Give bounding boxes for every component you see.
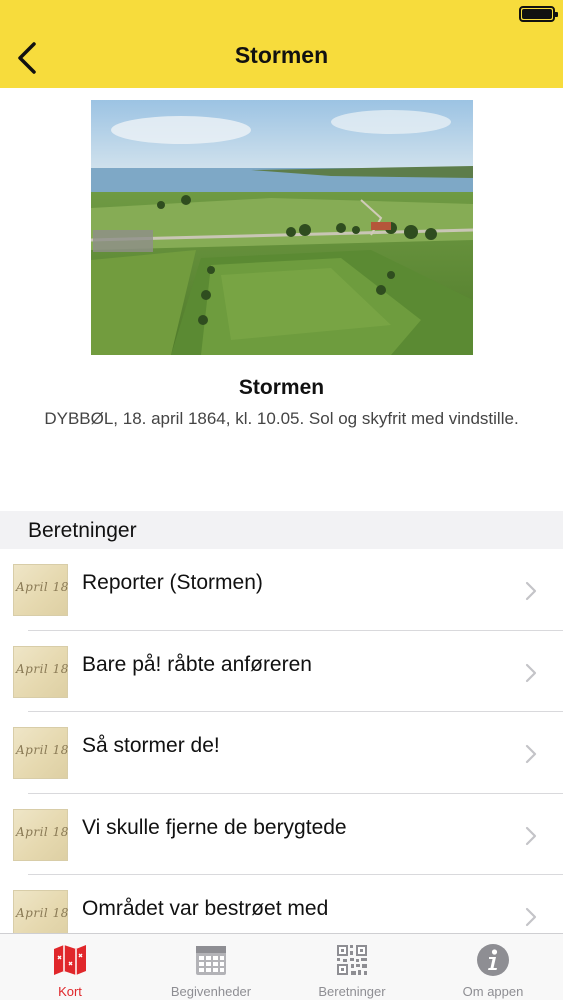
list-item-label: Vi skulle fjerne de berygtede xyxy=(82,815,347,839)
tab-beretninger[interactable]: Beretninger xyxy=(282,934,422,1000)
chevron-right-icon xyxy=(525,744,537,764)
tab-om-appen[interactable]: Om appen xyxy=(423,934,563,1000)
tab-label: Kort xyxy=(58,984,82,999)
battery-icon xyxy=(519,6,558,22)
list-item-label: Området var bestrøet med xyxy=(82,897,329,920)
list-item[interactable]: April 1864 Vi skulle fjerne de berygtede xyxy=(0,793,563,875)
calendar-icon xyxy=(196,946,226,975)
tab-label: Begivenheder xyxy=(170,984,252,999)
letter-thumbnail: April 1864 xyxy=(13,645,68,698)
list-item-label: Så stormer de! xyxy=(82,734,220,757)
info-icon xyxy=(477,944,509,976)
list-item[interactable]: April 1864 Så stormer de! xyxy=(0,712,563,794)
chevron-right-icon xyxy=(525,907,537,927)
hero-image xyxy=(91,100,473,355)
list-item-label: Reporter (Stormen) xyxy=(82,571,263,594)
section-header: Beretninger xyxy=(0,511,563,549)
letter-thumbnail: April 1864 xyxy=(13,564,68,616)
tab-label: Om appen xyxy=(462,984,524,999)
thumbnail-text: April 1864 xyxy=(16,580,68,594)
letter-thumbnail: April 1864 xyxy=(13,808,68,861)
thumbnail-text: April 1864 xyxy=(16,743,68,757)
section-title: Beretninger xyxy=(28,519,137,542)
thumbnail-text: April 1864 xyxy=(16,824,68,839)
hero-subtitle: DYBBØL, 18. april 1864, kl. 10.05. Sol o… xyxy=(44,409,519,428)
accounts-list: April 1864 Reporter (Stormen) April 1864… xyxy=(0,549,563,957)
tab-bar: Kort Begivenheder Beretninger Om appen xyxy=(0,933,563,1000)
qr-code-icon xyxy=(337,945,367,975)
tab-begivenheder[interactable]: Begivenheder xyxy=(141,934,281,1000)
list-item[interactable]: April 1864 Reporter (Stormen) xyxy=(0,549,563,631)
thumbnail-text: April 1864 xyxy=(16,661,68,676)
app-screen: Stormen Stormen DYBBØL, 18. april 1864, … xyxy=(0,0,563,1000)
chevron-right-icon xyxy=(525,663,537,682)
list-item[interactable]: April 1864 Bare på! råbte anføreren xyxy=(0,630,563,712)
page-title: Stormen xyxy=(234,42,329,68)
chevron-right-icon xyxy=(525,826,537,845)
list-item-label: Bare på! råbte anføreren xyxy=(82,652,312,676)
tab-label: Beretninger xyxy=(318,984,386,999)
hero-title: Stormen xyxy=(238,376,325,399)
navigation-bar: Stormen xyxy=(0,0,563,88)
letter-thumbnail: April 1864 xyxy=(13,727,68,779)
thumbnail-text: April 1864 xyxy=(16,906,68,920)
tab-kort[interactable]: Kort xyxy=(0,934,140,1000)
chevron-right-icon xyxy=(525,581,537,601)
map-icon xyxy=(54,945,86,975)
